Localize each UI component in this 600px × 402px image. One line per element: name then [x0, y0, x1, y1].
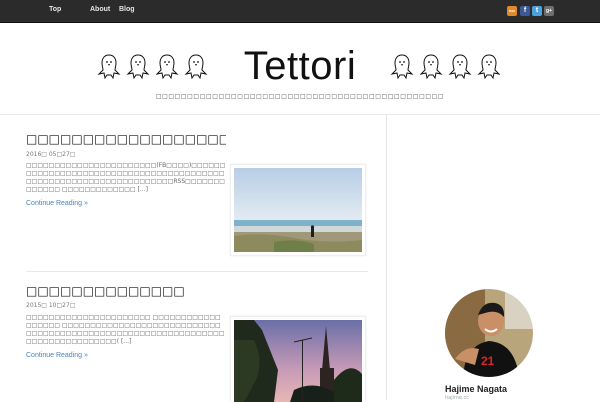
bird-icon: [419, 54, 443, 80]
bird-icon: [155, 54, 179, 80]
nav-item-top[interactable]: Top: [49, 6, 61, 13]
nav-item-blog[interactable]: Blog: [119, 6, 135, 13]
nav-item-about[interactable]: About: [90, 6, 110, 13]
post-title-2[interactable]: □□□□□□□□□□□□□□: [26, 284, 226, 298]
sidebar-divider: [386, 114, 387, 400]
bird-icon: [126, 54, 150, 80]
twitter-icon[interactable]: t: [532, 6, 542, 16]
post-title-1[interactable]: □□□□□□□□□□□□□□□□□□□□□□: [26, 132, 226, 146]
author-photo: 21: [445, 289, 533, 377]
continue-reading-link-2[interactable]: Continue Reading »: [26, 352, 88, 359]
bird-icon: [97, 54, 121, 80]
post-excerpt-2: □□□□□□□□□□□□□□□□□□□□□□ □□□□□□□□□□□□□□□□□…: [26, 314, 225, 345]
post-date-1: 2016□ 05□27□: [26, 151, 76, 158]
site-tagline: □□□□□□□□□□□□□□□□□□□□□□□□□□□□□□□□□□□□□□□□…: [155, 93, 445, 100]
googleplus-icon-label: g+: [546, 8, 552, 14]
author-name[interactable]: Hajime Nagata: [445, 384, 507, 394]
post-separator: [26, 271, 368, 272]
post-excerpt-1: □□□□□□□□□□□□□□□□□□□□□□□(FB□□□□)□□□□□□□□□…: [26, 162, 226, 193]
bird-icon: [448, 54, 472, 80]
facebook-icon-label: f: [523, 7, 527, 14]
post-thumbnail-2[interactable]: [230, 316, 366, 402]
post-date-2: 2015□ 10□27□: [26, 302, 76, 309]
googleplus-icon[interactable]: g+: [544, 6, 554, 16]
author-subtitle: hajime.cc: [445, 395, 470, 401]
author-avatar[interactable]: 21: [445, 289, 533, 377]
rss-icon[interactable]: RSS: [507, 6, 517, 16]
top-nav-bar: Top About Blog RSS f t g+: [0, 0, 600, 23]
site-title[interactable]: Tettori: [200, 40, 400, 92]
rss-icon-label: RSS: [508, 9, 516, 13]
beach-photo: [234, 168, 362, 252]
continue-reading-link-1[interactable]: Continue Reading »: [26, 200, 88, 207]
facebook-icon[interactable]: f: [520, 6, 530, 16]
bird-icon: [390, 54, 414, 80]
header-divider: [0, 114, 600, 115]
twitter-icon-label: t: [535, 7, 539, 14]
post-thumbnail-1[interactable]: [230, 164, 366, 256]
cathedral-photo: [234, 320, 362, 402]
svg-text:21: 21: [481, 354, 495, 368]
bird-icon: [477, 54, 501, 80]
